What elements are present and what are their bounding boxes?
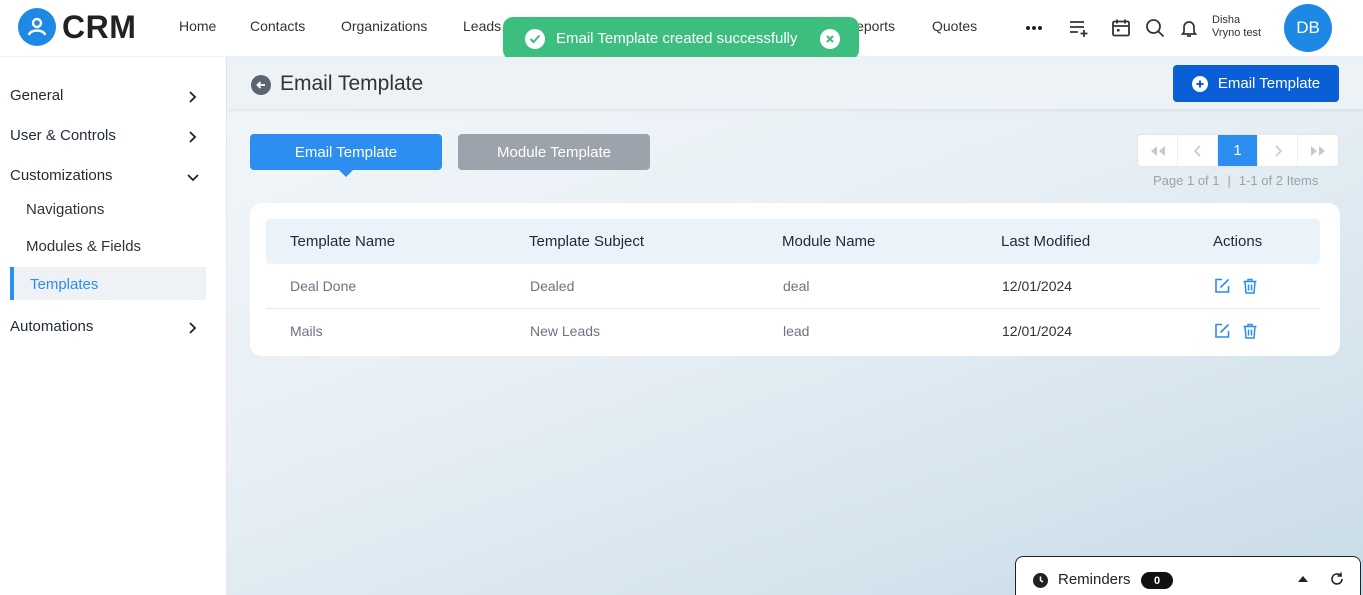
sidebar-item-general[interactable]: General <box>10 87 63 104</box>
refresh-icon[interactable] <box>1329 571 1345 587</box>
nav-contacts[interactable]: Contacts <box>250 18 305 34</box>
more-dots-icon[interactable] <box>1022 16 1046 40</box>
clock-icon <box>1033 573 1048 588</box>
cell-last-modified: 12/01/2024 <box>1002 278 1073 294</box>
page-info: Page 1 of 1 <box>1153 173 1220 188</box>
cell-template-subject: Dealed <box>530 278 575 294</box>
caret-up-icon[interactable] <box>1298 576 1308 582</box>
table-header: Template Name Template Subject Module Na… <box>266 219 1320 264</box>
user-name[interactable]: Disha Vryno test <box>1212 14 1261 40</box>
reminders-count-badge: 0 <box>1141 572 1173 589</box>
trash-icon[interactable] <box>1241 322 1259 340</box>
cell-template-name[interactable]: Mails <box>290 323 323 339</box>
tab-email-template[interactable]: Email Template <box>250 134 442 177</box>
app-logo[interactable]: CRM <box>18 8 136 46</box>
reminders-label: Reminders <box>1058 571 1131 588</box>
calendar-icon[interactable] <box>1109 16 1133 40</box>
search-icon[interactable] <box>1143 16 1167 40</box>
column-header-actions: Actions <box>1213 233 1263 250</box>
cell-template-subject: New Leads <box>530 323 601 339</box>
next-page-icon[interactable] <box>1258 135 1298 166</box>
sidebar-item-navigations[interactable]: Navigations <box>26 201 104 218</box>
edit-icon[interactable] <box>1213 277 1231 295</box>
chevron-right-icon[interactable] <box>186 130 200 144</box>
avatar[interactable]: DB <box>1284 4 1332 52</box>
pagination: 1 <box>1137 134 1339 167</box>
sidebar-item-modules-fields[interactable]: Modules & Fields <box>26 238 141 255</box>
cell-module-name: deal <box>783 278 810 294</box>
items-info: 1-1 of 2 Items <box>1238 173 1319 188</box>
column-header-module-name[interactable]: Module Name <box>782 233 875 250</box>
chevron-right-icon[interactable] <box>186 321 200 335</box>
table-row[interactable]: Mails New Leads lead 12/01/2024 <box>266 309 1320 354</box>
sidebar-item-customizations[interactable]: Customizations <box>10 167 113 184</box>
user-last-name: Vryno test <box>1212 27 1262 39</box>
close-icon[interactable] <box>820 29 840 49</box>
chevron-down-icon[interactable] <box>186 171 200 185</box>
page-title: Email Template <box>280 72 424 95</box>
divider: | <box>1227 173 1231 188</box>
add-list-icon[interactable] <box>1067 16 1091 40</box>
edit-icon[interactable] <box>1213 322 1231 340</box>
plus-circle-icon <box>1191 75 1208 92</box>
chevron-right-icon[interactable] <box>186 90 200 104</box>
column-header-last-modified[interactable]: Last Modified <box>1001 233 1090 250</box>
trash-icon[interactable] <box>1241 277 1259 295</box>
settings-sidebar: General User & Controls Customizations N… <box>0 57 227 595</box>
nav-organizations[interactable]: Organizations <box>341 18 427 34</box>
back-arrow-icon[interactable] <box>251 75 271 95</box>
bell-icon[interactable] <box>1177 16 1201 40</box>
logo-user-icon <box>18 8 56 46</box>
nav-home[interactable]: Home <box>179 18 216 34</box>
logo-text: CRM <box>62 8 137 45</box>
user-first-name: Disha <box>1212 14 1241 26</box>
prev-page-icon[interactable] <box>1178 135 1218 166</box>
success-toast: Email Template created successfully <box>503 17 859 60</box>
tab-module-template[interactable]: Module Template <box>458 134 650 170</box>
cell-module-name: lead <box>783 323 810 339</box>
column-header-template-name[interactable]: Template Name <box>290 233 395 250</box>
sidebar-item-automations[interactable]: Automations <box>10 318 93 335</box>
sidebar-item-templates[interactable]: Templates <box>30 276 98 293</box>
cell-last-modified: 12/01/2024 <box>1002 323 1073 339</box>
cell-template-name[interactable]: Deal Done <box>290 278 356 294</box>
nav-quotes[interactable]: Quotes <box>932 18 977 34</box>
sidebar-item-user-controls[interactable]: User & Controls <box>10 127 116 144</box>
check-icon <box>525 28 545 49</box>
nav-leads[interactable]: Leads <box>463 18 501 34</box>
column-header-template-subject[interactable]: Template Subject <box>529 233 644 250</box>
templates-table-card: Template Name Template Subject Module Na… <box>250 203 1340 356</box>
table-row[interactable]: Deal Done Dealed deal 12/01/2024 <box>266 264 1320 309</box>
create-email-template-button[interactable]: Email Template <box>1173 65 1339 102</box>
current-page-button[interactable]: 1 <box>1218 135 1258 166</box>
pagination-info: Page 1 of 1 | 1-1 of 2 Items <box>1153 173 1318 188</box>
last-page-icon[interactable] <box>1298 135 1338 166</box>
main-content: Email Template Email Template Email Temp… <box>227 57 1363 595</box>
first-page-icon[interactable] <box>1138 135 1178 166</box>
reminders-panel[interactable]: Reminders 0 <box>1015 556 1361 595</box>
create-button-label: Email Template <box>1217 75 1321 92</box>
toast-message: Email Template created successfully <box>556 30 798 47</box>
page-header: Email Template Email Template <box>227 57 1363 109</box>
